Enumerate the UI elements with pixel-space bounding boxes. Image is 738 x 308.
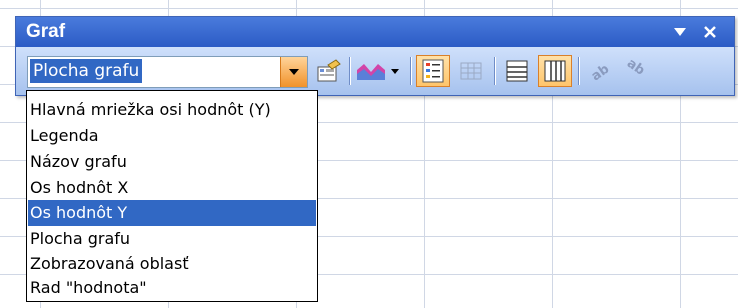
- by-column-button[interactable]: [538, 55, 572, 87]
- list-item[interactable]: Zobrazovaná oblasť: [28, 251, 316, 277]
- list-item[interactable]: Názov grafu: [28, 149, 316, 175]
- toolbar-separator: [578, 57, 579, 85]
- chart-type-icon: [357, 64, 385, 80]
- combo-dropdown-button[interactable]: [280, 57, 307, 87]
- toolbar-row: Plocha grafu ab ab: [16, 47, 734, 95]
- format-object-icon: [317, 59, 341, 82]
- list-item-selected[interactable]: Os hodnôt Y: [28, 200, 316, 226]
- by-column-icon: [544, 60, 566, 82]
- data-table-icon: [460, 62, 482, 80]
- format-object-button[interactable]: [312, 55, 346, 87]
- svg-text:ab: ab: [624, 60, 645, 79]
- angle-text-clockwise-button[interactable]: ab: [582, 55, 616, 87]
- toolbar-titlebar[interactable]: Graf: [16, 17, 734, 47]
- angle-text-counterclockwise-button[interactable]: ab: [616, 55, 650, 87]
- list-item[interactable]: Plocha grafu: [28, 226, 316, 252]
- chart-type-button[interactable]: [354, 55, 388, 87]
- data-table-button[interactable]: [454, 55, 488, 87]
- list-item[interactable]: Legenda: [28, 123, 316, 149]
- toolbar-separator: [349, 57, 350, 85]
- svg-text:ab: ab: [589, 62, 611, 82]
- by-row-button[interactable]: [500, 55, 534, 87]
- close-icon: [704, 26, 716, 38]
- toolbar-title: Graf: [26, 21, 66, 42]
- list-item[interactable]: Rad "hodnota": [28, 275, 316, 301]
- by-row-icon: [506, 60, 528, 82]
- angle-clockwise-icon: ab: [589, 62, 611, 82]
- toolbar-separator: [494, 57, 495, 85]
- chevron-down-icon: [289, 69, 299, 75]
- chart-objects-dropdown-list: Hlavná mriežka osi hodnôt (Y) Legenda Ná…: [26, 90, 318, 302]
- chart-toolbar-window: Graf Plocha grafu ab ab: [15, 16, 735, 96]
- chart-objects-combo[interactable]: Plocha grafu: [27, 56, 308, 88]
- angle-counterclockwise-icon: ab: [624, 60, 645, 79]
- list-item[interactable]: Os hodnôt X: [28, 175, 316, 201]
- chart-type-dropdown[interactable]: [388, 55, 402, 87]
- legend-button[interactable]: [416, 55, 450, 87]
- legend-icon: [422, 59, 444, 83]
- dropdown-triangle-icon: [674, 28, 686, 36]
- chart-objects-combo-value[interactable]: Plocha grafu: [30, 59, 143, 83]
- list-item[interactable]: Hlavná mriežka osi hodnôt (Y): [28, 97, 316, 123]
- toolbar-options-button[interactable]: [667, 19, 693, 45]
- toolbar-separator: [410, 57, 411, 85]
- chevron-down-icon: [391, 68, 399, 74]
- close-button[interactable]: [697, 19, 723, 45]
